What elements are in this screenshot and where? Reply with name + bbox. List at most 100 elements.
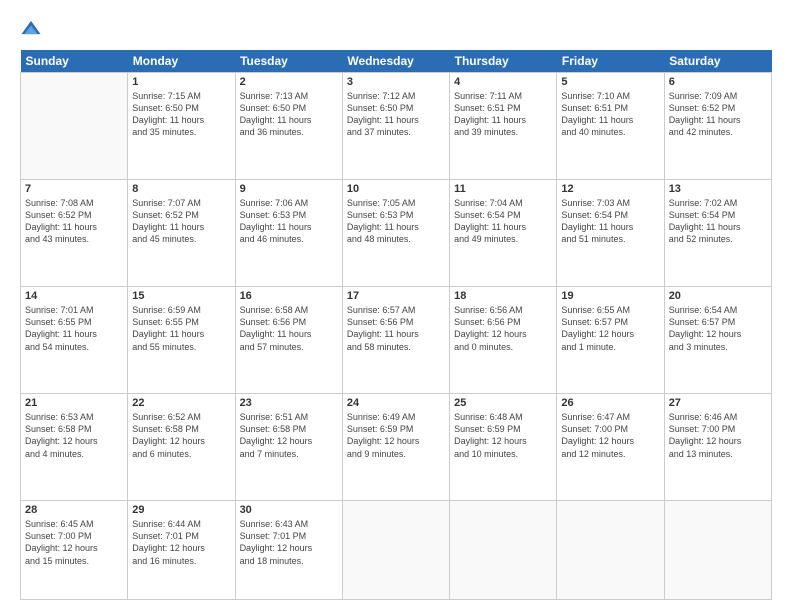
cell-info: Sunrise: 6:54 AM Sunset: 6:57 PM Dayligh… bbox=[669, 304, 767, 353]
calendar-cell: 11 Sunrise: 7:04 AM Sunset: 6:54 PM Dayli… bbox=[450, 180, 557, 287]
date-number: 15 bbox=[132, 290, 230, 302]
cell-info: Sunrise: 7:12 AM Sunset: 6:50 PM Dayligh… bbox=[347, 90, 445, 139]
calendar-cell: 28 Sunrise: 6:45 AM Sunset: 7:00 PM Dayli… bbox=[21, 501, 128, 600]
calendar-cell: 27 Sunrise: 6:46 AM Sunset: 7:00 PM Dayli… bbox=[664, 394, 771, 501]
cell-info: Sunrise: 7:09 AM Sunset: 6:52 PM Dayligh… bbox=[669, 90, 767, 139]
calendar-cell: 12 Sunrise: 7:03 AM Sunset: 6:54 PM Dayli… bbox=[557, 180, 664, 287]
calendar-cell: 6 Sunrise: 7:09 AM Sunset: 6:52 PM Daylig… bbox=[664, 73, 771, 180]
calendar-cell: 24 Sunrise: 6:49 AM Sunset: 6:59 PM Dayli… bbox=[342, 394, 449, 501]
col-header-monday: Monday bbox=[128, 50, 235, 73]
cell-info: Sunrise: 6:48 AM Sunset: 6:59 PM Dayligh… bbox=[454, 411, 552, 460]
calendar-cell: 21 Sunrise: 6:53 AM Sunset: 6:58 PM Dayli… bbox=[21, 394, 128, 501]
date-number: 2 bbox=[240, 76, 338, 88]
cell-info: Sunrise: 7:03 AM Sunset: 6:54 PM Dayligh… bbox=[561, 197, 659, 246]
col-header-tuesday: Tuesday bbox=[235, 50, 342, 73]
calendar-cell: 29Sunrise: 6:44 AM Sunset: 7:01 PM Dayli… bbox=[128, 501, 235, 600]
cell-info: Sunrise: 6:43 AM Sunset: 7:01 PM Dayligh… bbox=[240, 518, 338, 567]
cell-info: Sunrise: 7:05 AM Sunset: 6:53 PM Dayligh… bbox=[347, 197, 445, 246]
header-row: SundayMondayTuesdayWednesdayThursdayFrid… bbox=[21, 50, 772, 73]
date-number: 26 bbox=[561, 397, 659, 409]
calendar-cell: 13 Sunrise: 7:02 AM Sunset: 6:54 PM Dayli… bbox=[664, 180, 771, 287]
cell-info: Sunrise: 7:11 AM Sunset: 6:51 PM Dayligh… bbox=[454, 90, 552, 139]
calendar-cell: 25 Sunrise: 6:48 AM Sunset: 6:59 PM Dayli… bbox=[450, 394, 557, 501]
calendar-cell: 7 Sunrise: 7:08 AM Sunset: 6:52 PM Daylig… bbox=[21, 180, 128, 287]
date-number: 18 bbox=[454, 290, 552, 302]
date-number: 16 bbox=[240, 290, 338, 302]
cell-info: Sunrise: 7:01 AM Sunset: 6:55 PM Dayligh… bbox=[25, 304, 123, 353]
cell-info: Sunrise: 6:58 AM Sunset: 6:56 PM Dayligh… bbox=[240, 304, 338, 353]
date-number: 3 bbox=[347, 76, 445, 88]
cell-info: Sunrise: 6:51 AM Sunset: 6:58 PM Dayligh… bbox=[240, 411, 338, 460]
week-row-5: 28 Sunrise: 6:45 AM Sunset: 7:00 PM Dayli… bbox=[21, 501, 772, 600]
cell-info: Sunrise: 7:08 AM Sunset: 6:52 PM Dayligh… bbox=[25, 197, 123, 246]
logo bbox=[20, 18, 44, 40]
calendar-cell: 26 Sunrise: 6:47 AM Sunset: 7:00 PM Dayli… bbox=[557, 394, 664, 501]
calendar-cell: 3 Sunrise: 7:12 AM Sunset: 6:50 PM Daylig… bbox=[342, 73, 449, 180]
logo-icon bbox=[20, 18, 42, 40]
date-number: 8 bbox=[132, 183, 230, 195]
date-number: 21 bbox=[25, 397, 123, 409]
date-number: 6 bbox=[669, 76, 767, 88]
cell-info: Sunrise: 7:04 AM Sunset: 6:54 PM Dayligh… bbox=[454, 197, 552, 246]
date-number: 9 bbox=[240, 183, 338, 195]
calendar-cell: 20 Sunrise: 6:54 AM Sunset: 6:57 PM Dayli… bbox=[664, 287, 771, 394]
calendar-cell bbox=[342, 501, 449, 600]
calendar-page: SundayMondayTuesdayWednesdayThursdayFrid… bbox=[0, 0, 792, 612]
date-number: 11 bbox=[454, 183, 552, 195]
calendar-cell: 2 Sunrise: 7:13 AM Sunset: 6:50 PM Daylig… bbox=[235, 73, 342, 180]
cell-info: Sunrise: 6:46 AM Sunset: 7:00 PM Dayligh… bbox=[669, 411, 767, 460]
col-header-saturday: Saturday bbox=[664, 50, 771, 73]
calendar-cell: 10Sunrise: 7:05 AM Sunset: 6:53 PM Dayli… bbox=[342, 180, 449, 287]
calendar-cell bbox=[21, 73, 128, 180]
calendar-cell: 23Sunrise: 6:51 AM Sunset: 6:58 PM Dayli… bbox=[235, 394, 342, 501]
cell-info: Sunrise: 7:06 AM Sunset: 6:53 PM Dayligh… bbox=[240, 197, 338, 246]
week-row-4: 21 Sunrise: 6:53 AM Sunset: 6:58 PM Dayli… bbox=[21, 394, 772, 501]
cell-info: Sunrise: 6:44 AM Sunset: 7:01 PM Dayligh… bbox=[132, 518, 230, 567]
date-number: 25 bbox=[454, 397, 552, 409]
date-number: 24 bbox=[347, 397, 445, 409]
cell-info: Sunrise: 7:10 AM Sunset: 6:51 PM Dayligh… bbox=[561, 90, 659, 139]
calendar-cell: 18 Sunrise: 6:56 AM Sunset: 6:56 PM Dayli… bbox=[450, 287, 557, 394]
calendar-cell bbox=[557, 501, 664, 600]
calendar-cell: 19 Sunrise: 6:55 AM Sunset: 6:57 PM Dayli… bbox=[557, 287, 664, 394]
cell-info: Sunrise: 6:45 AM Sunset: 7:00 PM Dayligh… bbox=[25, 518, 123, 567]
week-row-3: 14Sunrise: 7:01 AM Sunset: 6:55 PM Dayli… bbox=[21, 287, 772, 394]
date-number: 28 bbox=[25, 504, 123, 516]
cell-info: Sunrise: 7:02 AM Sunset: 6:54 PM Dayligh… bbox=[669, 197, 767, 246]
date-number: 27 bbox=[669, 397, 767, 409]
date-number: 17 bbox=[347, 290, 445, 302]
date-number: 5 bbox=[561, 76, 659, 88]
col-header-friday: Friday bbox=[557, 50, 664, 73]
cell-info: Sunrise: 7:13 AM Sunset: 6:50 PM Dayligh… bbox=[240, 90, 338, 139]
cell-info: Sunrise: 6:49 AM Sunset: 6:59 PM Dayligh… bbox=[347, 411, 445, 460]
col-header-sunday: Sunday bbox=[21, 50, 128, 73]
calendar-table: SundayMondayTuesdayWednesdayThursdayFrid… bbox=[20, 50, 772, 600]
cell-info: Sunrise: 6:59 AM Sunset: 6:55 PM Dayligh… bbox=[132, 304, 230, 353]
cell-info: Sunrise: 6:55 AM Sunset: 6:57 PM Dayligh… bbox=[561, 304, 659, 353]
cell-info: Sunrise: 7:07 AM Sunset: 6:52 PM Dayligh… bbox=[132, 197, 230, 246]
date-number: 1 bbox=[132, 76, 230, 88]
cell-info: Sunrise: 6:52 AM Sunset: 6:58 PM Dayligh… bbox=[132, 411, 230, 460]
date-number: 12 bbox=[561, 183, 659, 195]
calendar-cell: 14Sunrise: 7:01 AM Sunset: 6:55 PM Dayli… bbox=[21, 287, 128, 394]
calendar-cell bbox=[450, 501, 557, 600]
col-header-thursday: Thursday bbox=[450, 50, 557, 73]
week-row-1: 1 Sunrise: 7:15 AM Sunset: 6:50 PM Daylig… bbox=[21, 73, 772, 180]
calendar-cell: 16 Sunrise: 6:58 AM Sunset: 6:56 PM Dayli… bbox=[235, 287, 342, 394]
date-number: 22 bbox=[132, 397, 230, 409]
cell-info: Sunrise: 6:47 AM Sunset: 7:00 PM Dayligh… bbox=[561, 411, 659, 460]
date-number: 13 bbox=[669, 183, 767, 195]
calendar-cell: 8 Sunrise: 7:07 AM Sunset: 6:52 PM Daylig… bbox=[128, 180, 235, 287]
date-number: 7 bbox=[25, 183, 123, 195]
calendar-cell: 22 Sunrise: 6:52 AM Sunset: 6:58 PM Dayli… bbox=[128, 394, 235, 501]
cell-info: Sunrise: 6:53 AM Sunset: 6:58 PM Dayligh… bbox=[25, 411, 123, 460]
col-header-wednesday: Wednesday bbox=[342, 50, 449, 73]
date-number: 19 bbox=[561, 290, 659, 302]
cell-info: Sunrise: 7:15 AM Sunset: 6:50 PM Dayligh… bbox=[132, 90, 230, 139]
date-number: 20 bbox=[669, 290, 767, 302]
cell-info: Sunrise: 6:56 AM Sunset: 6:56 PM Dayligh… bbox=[454, 304, 552, 353]
calendar-cell: 9 Sunrise: 7:06 AM Sunset: 6:53 PM Daylig… bbox=[235, 180, 342, 287]
cell-info: Sunrise: 6:57 AM Sunset: 6:56 PM Dayligh… bbox=[347, 304, 445, 353]
calendar-cell: 5 Sunrise: 7:10 AM Sunset: 6:51 PM Daylig… bbox=[557, 73, 664, 180]
calendar-cell: 17 Sunrise: 6:57 AM Sunset: 6:56 PM Dayli… bbox=[342, 287, 449, 394]
